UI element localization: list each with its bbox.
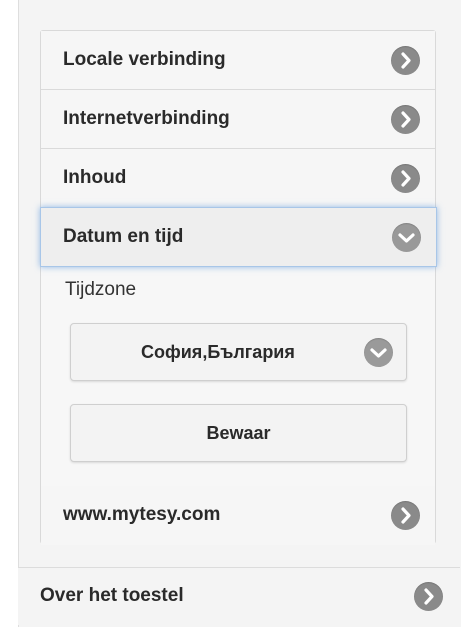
menu-item-label: Datum en tijd (63, 226, 184, 247)
menu-item-internet-connection[interactable]: Internetverbinding (41, 90, 435, 149)
save-button[interactable]: Bewaar (70, 404, 407, 462)
timezone-select[interactable]: София,България (70, 323, 407, 381)
menu-item-label: Internetverbinding (63, 108, 230, 129)
menu-item-label: Locale verbinding (63, 49, 226, 70)
timezone-label: Tijdzone (65, 279, 137, 300)
chevron-right-icon (414, 582, 443, 611)
menu-item-local-connection[interactable]: Locale verbinding (41, 31, 435, 90)
menu-item-label: Inhoud (63, 167, 127, 188)
chevron-right-icon (391, 164, 420, 193)
chevron-right-icon (391, 46, 420, 75)
menu-item-mytesy-link[interactable]: www.mytesy.com (41, 486, 435, 545)
menu-item-label: Over het toestel (40, 585, 184, 606)
save-button-label: Bewaar (206, 423, 271, 443)
timezone-selected-value: София,България (141, 342, 295, 362)
connection-settings-group: Locale verbinding Internetverbinding Inh… (40, 30, 437, 545)
menu-item-label: www.mytesy.com (63, 504, 221, 525)
chevron-down-icon (392, 223, 421, 252)
menu-item-content[interactable]: Inhoud (41, 149, 435, 208)
menu-item-date-time[interactable]: Datum en tijd (40, 207, 437, 267)
menu-item-about-device[interactable]: Over het toestel (18, 567, 460, 625)
chevron-right-icon (391, 105, 420, 134)
chevron-down-icon (364, 338, 393, 367)
chevron-right-icon (391, 501, 420, 530)
